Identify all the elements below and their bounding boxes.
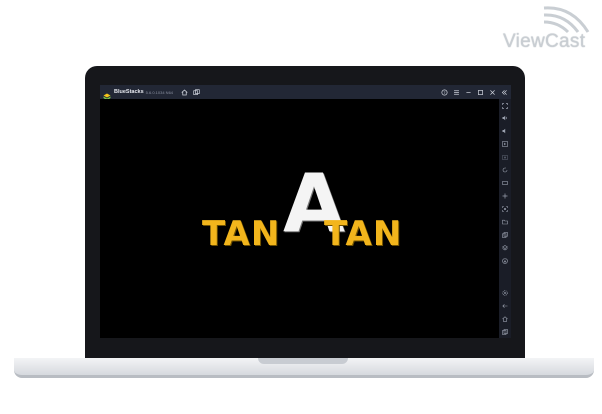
screen-record-icon[interactable]	[501, 205, 509, 213]
app-title: BlueStacks	[114, 89, 144, 95]
menu-icon[interactable]	[451, 87, 461, 97]
minimize-icon[interactable]	[463, 87, 473, 97]
watermark-text: ViewCast	[503, 31, 586, 52]
logo-left-word: TAN	[202, 214, 281, 254]
rotate-icon[interactable]	[501, 166, 509, 174]
copy-icon[interactable]	[501, 231, 509, 239]
collapse-sidebar-icon[interactable]	[499, 87, 509, 97]
android-home-icon[interactable]	[501, 315, 509, 323]
install-apk-icon[interactable]	[501, 257, 509, 265]
home-icon[interactable]	[179, 87, 189, 97]
folder-icon[interactable]	[501, 218, 509, 226]
media-icon[interactable]	[501, 140, 509, 148]
laptop-notch	[258, 358, 348, 364]
bluestacks-logo-icon	[103, 88, 111, 101]
screenshot-icon[interactable]	[501, 153, 509, 161]
volume-up-icon[interactable]	[501, 114, 509, 122]
settings-icon[interactable]	[501, 289, 509, 297]
controls-icon[interactable]	[501, 192, 509, 200]
logo-right-word: TAN	[324, 214, 403, 254]
back-icon[interactable]	[501, 302, 509, 310]
signal-arcs-icon	[543, 6, 590, 34]
multi-instance-icon[interactable]	[191, 87, 201, 97]
layers-icon[interactable]	[501, 244, 509, 252]
svg-text:?: ?	[443, 89, 445, 94]
viewcast-watermark: ViewCast	[500, 4, 596, 52]
emulator-titlebar: BlueStacks 5.6.0.1034 N64 ?	[100, 85, 511, 101]
maximize-icon[interactable]	[475, 87, 485, 97]
close-icon[interactable]	[487, 87, 497, 97]
fullscreen-icon[interactable]	[501, 102, 509, 110]
emulator-window: BlueStacks 5.6.0.1034 N64 ? TAN A TAN	[100, 85, 511, 338]
app-version: 5.6.0.1034 N64	[145, 89, 174, 95]
emulator-sidebar	[499, 99, 511, 338]
keyboard-icon[interactable]	[501, 179, 509, 187]
volume-down-icon[interactable]	[501, 127, 509, 135]
help-icon[interactable]: ?	[439, 87, 449, 97]
game-logo: TAN A TAN	[200, 159, 410, 269]
game-viewport[interactable]: TAN A TAN	[100, 99, 499, 338]
recent-apps-icon[interactable]	[501, 328, 509, 336]
